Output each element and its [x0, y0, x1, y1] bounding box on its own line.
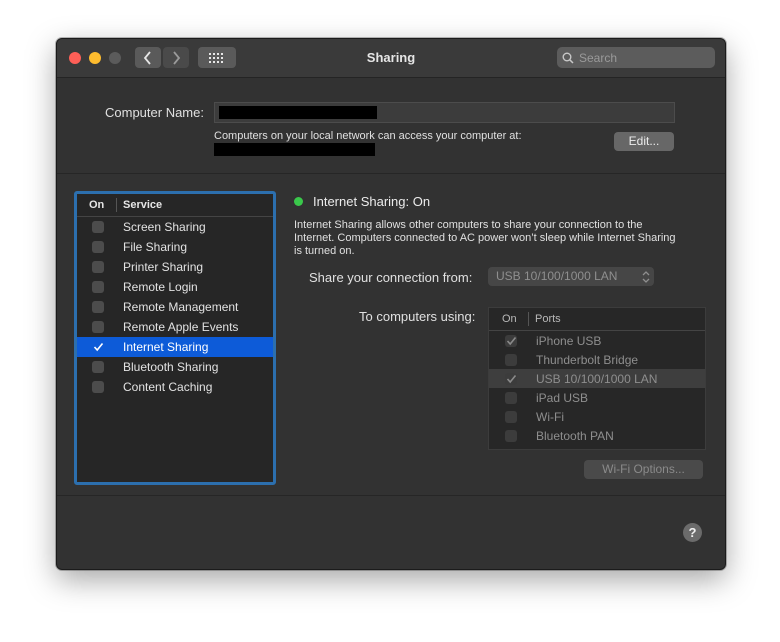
sharing-window: Sharing Computer Name: Computers on your… [56, 38, 726, 570]
port-checkbox[interactable] [505, 372, 517, 385]
service-label: Printer Sharing [123, 260, 204, 274]
service-label: Content Caching [123, 380, 213, 394]
service-checkbox[interactable] [92, 341, 104, 353]
service-list-header: On Service [77, 194, 273, 217]
service-row[interactable]: File Sharing [77, 237, 273, 257]
computer-name-label: Computer Name: [105, 105, 204, 120]
port-row[interactable]: Wi-Fi [489, 407, 705, 426]
ports-list: On Ports iPhone USB Thunderbolt Bridge USB… [488, 307, 706, 450]
service-description: Internet Sharing allows other computers … [294, 219, 676, 257]
redacted-computer-name [219, 106, 377, 119]
edit-button[interactable]: Edit... [614, 132, 674, 151]
port-checkbox[interactable] [505, 334, 517, 347]
service-row[interactable]: Screen Sharing [77, 217, 273, 237]
service-list: On Service Screen Sharing File Sharing Pri… [74, 191, 276, 485]
port-label: USB 10/100/1000 LAN [536, 371, 658, 386]
service-row[interactable]: Remote Apple Events [77, 317, 273, 337]
computer-name-field[interactable] [214, 102, 675, 123]
service-row[interactable]: Remote Management [77, 297, 273, 317]
search-input[interactable] [579, 50, 699, 65]
port-checkbox[interactable] [505, 410, 517, 423]
ports-header-on: On [489, 312, 529, 326]
ports-header-ports: Ports [535, 313, 561, 325]
port-label: Wi-Fi [536, 409, 564, 424]
port-label: Thunderbolt Bridge [536, 352, 639, 367]
service-checkbox[interactable] [92, 221, 104, 233]
service-label: Screen Sharing [123, 220, 206, 234]
port-row[interactable]: iPad USB [489, 388, 705, 407]
network-access-text: Computers on your local network can acce… [214, 130, 522, 142]
share-from-label: Share your connection from: [309, 270, 473, 285]
search-icon [557, 52, 579, 64]
service-label: Bluetooth Sharing [123, 360, 219, 374]
checkmark-icon [93, 342, 103, 352]
port-row[interactable]: USB 10/100/1000 LAN [489, 369, 705, 388]
port-row[interactable]: Thunderbolt Bridge [489, 350, 705, 369]
service-checkbox[interactable] [92, 261, 104, 273]
status-indicator [294, 197, 303, 206]
port-checkbox[interactable] [505, 391, 517, 404]
port-row[interactable]: Bluetooth PAN [489, 426, 705, 445]
help-button[interactable]: ? [683, 523, 702, 542]
search-box[interactable] [557, 47, 715, 68]
ports-list-header: On Ports [489, 308, 705, 331]
service-label: Remote Apple Events [123, 320, 239, 334]
service-row[interactable]: Bluetooth Sharing [77, 357, 273, 377]
divider [57, 495, 725, 496]
service-row[interactable]: Internet Sharing [77, 337, 273, 357]
service-row[interactable]: Content Caching [77, 377, 273, 397]
port-label: iPhone USB [536, 333, 602, 348]
port-label: iPad USB [536, 390, 589, 405]
service-row[interactable]: Remote Login [77, 277, 273, 297]
service-label: File Sharing [123, 240, 188, 254]
port-checkbox[interactable] [505, 353, 517, 366]
service-checkbox[interactable] [92, 281, 104, 293]
title-bar: Sharing [57, 39, 725, 78]
updown-chevron-icon [642, 270, 650, 289]
redacted-network-address [214, 143, 375, 156]
service-checkbox[interactable] [92, 301, 104, 313]
service-checkbox[interactable] [92, 321, 104, 333]
to-computers-label: To computers using: [359, 309, 476, 324]
service-checkbox[interactable] [92, 361, 104, 373]
port-row[interactable]: iPhone USB [489, 331, 705, 350]
share-from-value: USB 10/100/1000 LAN [496, 269, 618, 283]
service-checkbox[interactable] [92, 381, 104, 393]
service-status: Internet Sharing: On [313, 194, 431, 209]
header-on: On [77, 198, 117, 212]
service-label: Remote Login [123, 280, 198, 294]
computer-name-section: Computer Name: Computers on your local n… [57, 78, 725, 174]
service-label: Remote Management [123, 300, 239, 314]
checkmark-icon [506, 336, 516, 345]
service-checkbox[interactable] [92, 241, 104, 253]
port-checkbox[interactable] [505, 429, 517, 442]
checkmark-icon [506, 374, 516, 383]
share-from-select[interactable]: USB 10/100/1000 LAN [488, 267, 654, 286]
service-row[interactable]: Printer Sharing [77, 257, 273, 277]
port-label: Bluetooth PAN [536, 428, 614, 443]
header-service: Service [123, 199, 163, 211]
service-label: Internet Sharing [123, 340, 209, 354]
wifi-options-button[interactable]: Wi-Fi Options... [584, 460, 703, 479]
